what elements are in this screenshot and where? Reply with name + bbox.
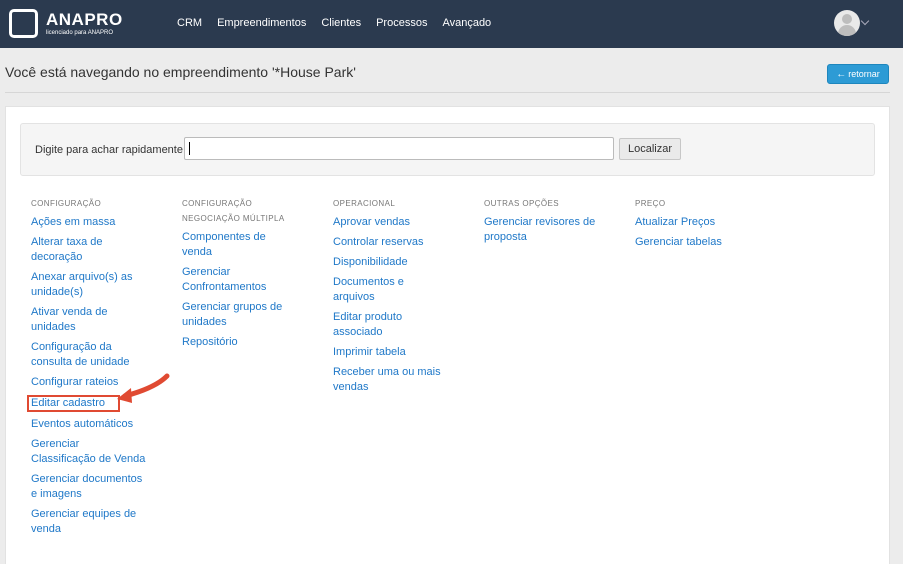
nav-clientes[interactable]: Clientes [321, 17, 361, 29]
back-button-label: retornar [848, 69, 880, 79]
main-nav: CRM Empreendimentos Clientes Processos A… [177, 17, 506, 29]
arrow-left-icon: ← [836, 68, 847, 80]
link-disponibilidade[interactable]: Disponibilidade [333, 255, 448, 270]
column-heading: OUTRAS OPÇÕES [484, 199, 559, 208]
link-atualizar-precos[interactable]: Atualizar Preços [635, 215, 750, 230]
link-controlar-reservas[interactable]: Controlar reservas [333, 235, 448, 250]
column-outras-opcoes: OUTRAS OPÇÕES Gerenciar revisores de pro… [484, 196, 599, 250]
link-alterar-taxa[interactable]: Alterar taxa de decoração [31, 235, 146, 265]
link-eventos-automaticos[interactable]: Eventos automáticos [31, 417, 146, 432]
link-gerenciar-revisores[interactable]: Gerenciar revisores de proposta [484, 215, 599, 245]
quick-search-bar: Digite para achar rapidamente: Localizar [20, 123, 875, 176]
link-gerenciar-confrontamentos[interactable]: Gerenciar Confrontamentos [182, 265, 297, 295]
page-title: Você está navegando no empreendimento '*… [5, 64, 356, 80]
link-ativar-venda[interactable]: Ativar venda de unidades [31, 305, 146, 335]
link-gerenciar-equipes[interactable]: Gerenciar equipes de venda [31, 507, 146, 537]
text-cursor [189, 142, 190, 155]
link-documentos-arquivos[interactable]: Documentos e arquivos [333, 275, 448, 305]
link-editar-cadastro[interactable]: Editar cadastro [27, 395, 120, 412]
link-aprovar-vendas[interactable]: Aprovar vendas [333, 215, 448, 230]
column-heading: CONFIGURAÇÃO NEGOCIAÇÃO MÚLTIPLA [182, 199, 285, 223]
logo-mark-icon [9, 8, 38, 38]
link-configuracao-consulta[interactable]: Configuração da consulta de unidade [31, 340, 146, 370]
annotation-arrow-icon [117, 373, 170, 403]
link-editar-produto[interactable]: Editar produto associado [333, 310, 448, 340]
link-gerenciar-classificacao[interactable]: Gerenciar Classificação de Venda [31, 437, 146, 467]
main-panel: Digite para achar rapidamente: Localizar… [5, 106, 890, 564]
back-button[interactable]: ← retornar [827, 64, 889, 84]
user-avatar-icon[interactable] [834, 10, 860, 36]
search-input[interactable] [184, 137, 614, 160]
link-acoes-em-massa[interactable]: Ações em massa [31, 215, 146, 230]
link-gerenciar-tabelas[interactable]: Gerenciar tabelas [635, 235, 750, 250]
nav-crm[interactable]: CRM [177, 17, 202, 29]
nav-empreendimentos[interactable]: Empreendimentos [217, 17, 306, 29]
search-button[interactable]: Localizar [619, 138, 681, 160]
column-heading: OPERACIONAL [333, 199, 396, 208]
search-label: Digite para achar rapidamente: [35, 144, 187, 156]
column-heading: PREÇO [635, 199, 666, 208]
nav-avancado[interactable]: Avançado [442, 17, 491, 29]
header-divider [5, 92, 890, 93]
chevron-down-icon[interactable] [860, 16, 870, 26]
link-gerenciar-documentos[interactable]: Gerenciar documentos e imagens [31, 472, 146, 502]
column-heading: CONFIGURAÇÃO [31, 199, 102, 208]
column-preco: PREÇO Atualizar Preços Gerenciar tabelas [635, 196, 750, 255]
link-imprimir-tabela[interactable]: Imprimir tabela [333, 345, 448, 360]
link-repositorio[interactable]: Repositório [182, 335, 297, 350]
link-gerenciar-grupos[interactable]: Gerenciar grupos de unidades [182, 300, 297, 330]
column-operacional: OPERACIONAL Aprovar vendas Controlar res… [333, 196, 448, 400]
anapro-logo[interactable]: ANAPRO licenciado para ANAPRO [9, 8, 123, 38]
link-componentes-venda[interactable]: Componentes de venda [182, 230, 297, 260]
link-receber-vendas[interactable]: Receber uma ou mais vendas [333, 365, 448, 395]
column-negociacao-multipla: CONFIGURAÇÃO NEGOCIAÇÃO MÚLTIPLA Compone… [182, 196, 297, 355]
logo-name: ANAPRO [46, 9, 123, 29]
link-anexar-arquivos[interactable]: Anexar arquivo(s) as unidade(s) [31, 270, 146, 300]
logo-subtitle: licenciado para ANAPRO [46, 29, 114, 36]
top-navbar: ANAPRO licenciado para ANAPRO CRM Empree… [0, 0, 903, 48]
nav-processos[interactable]: Processos [376, 17, 427, 29]
